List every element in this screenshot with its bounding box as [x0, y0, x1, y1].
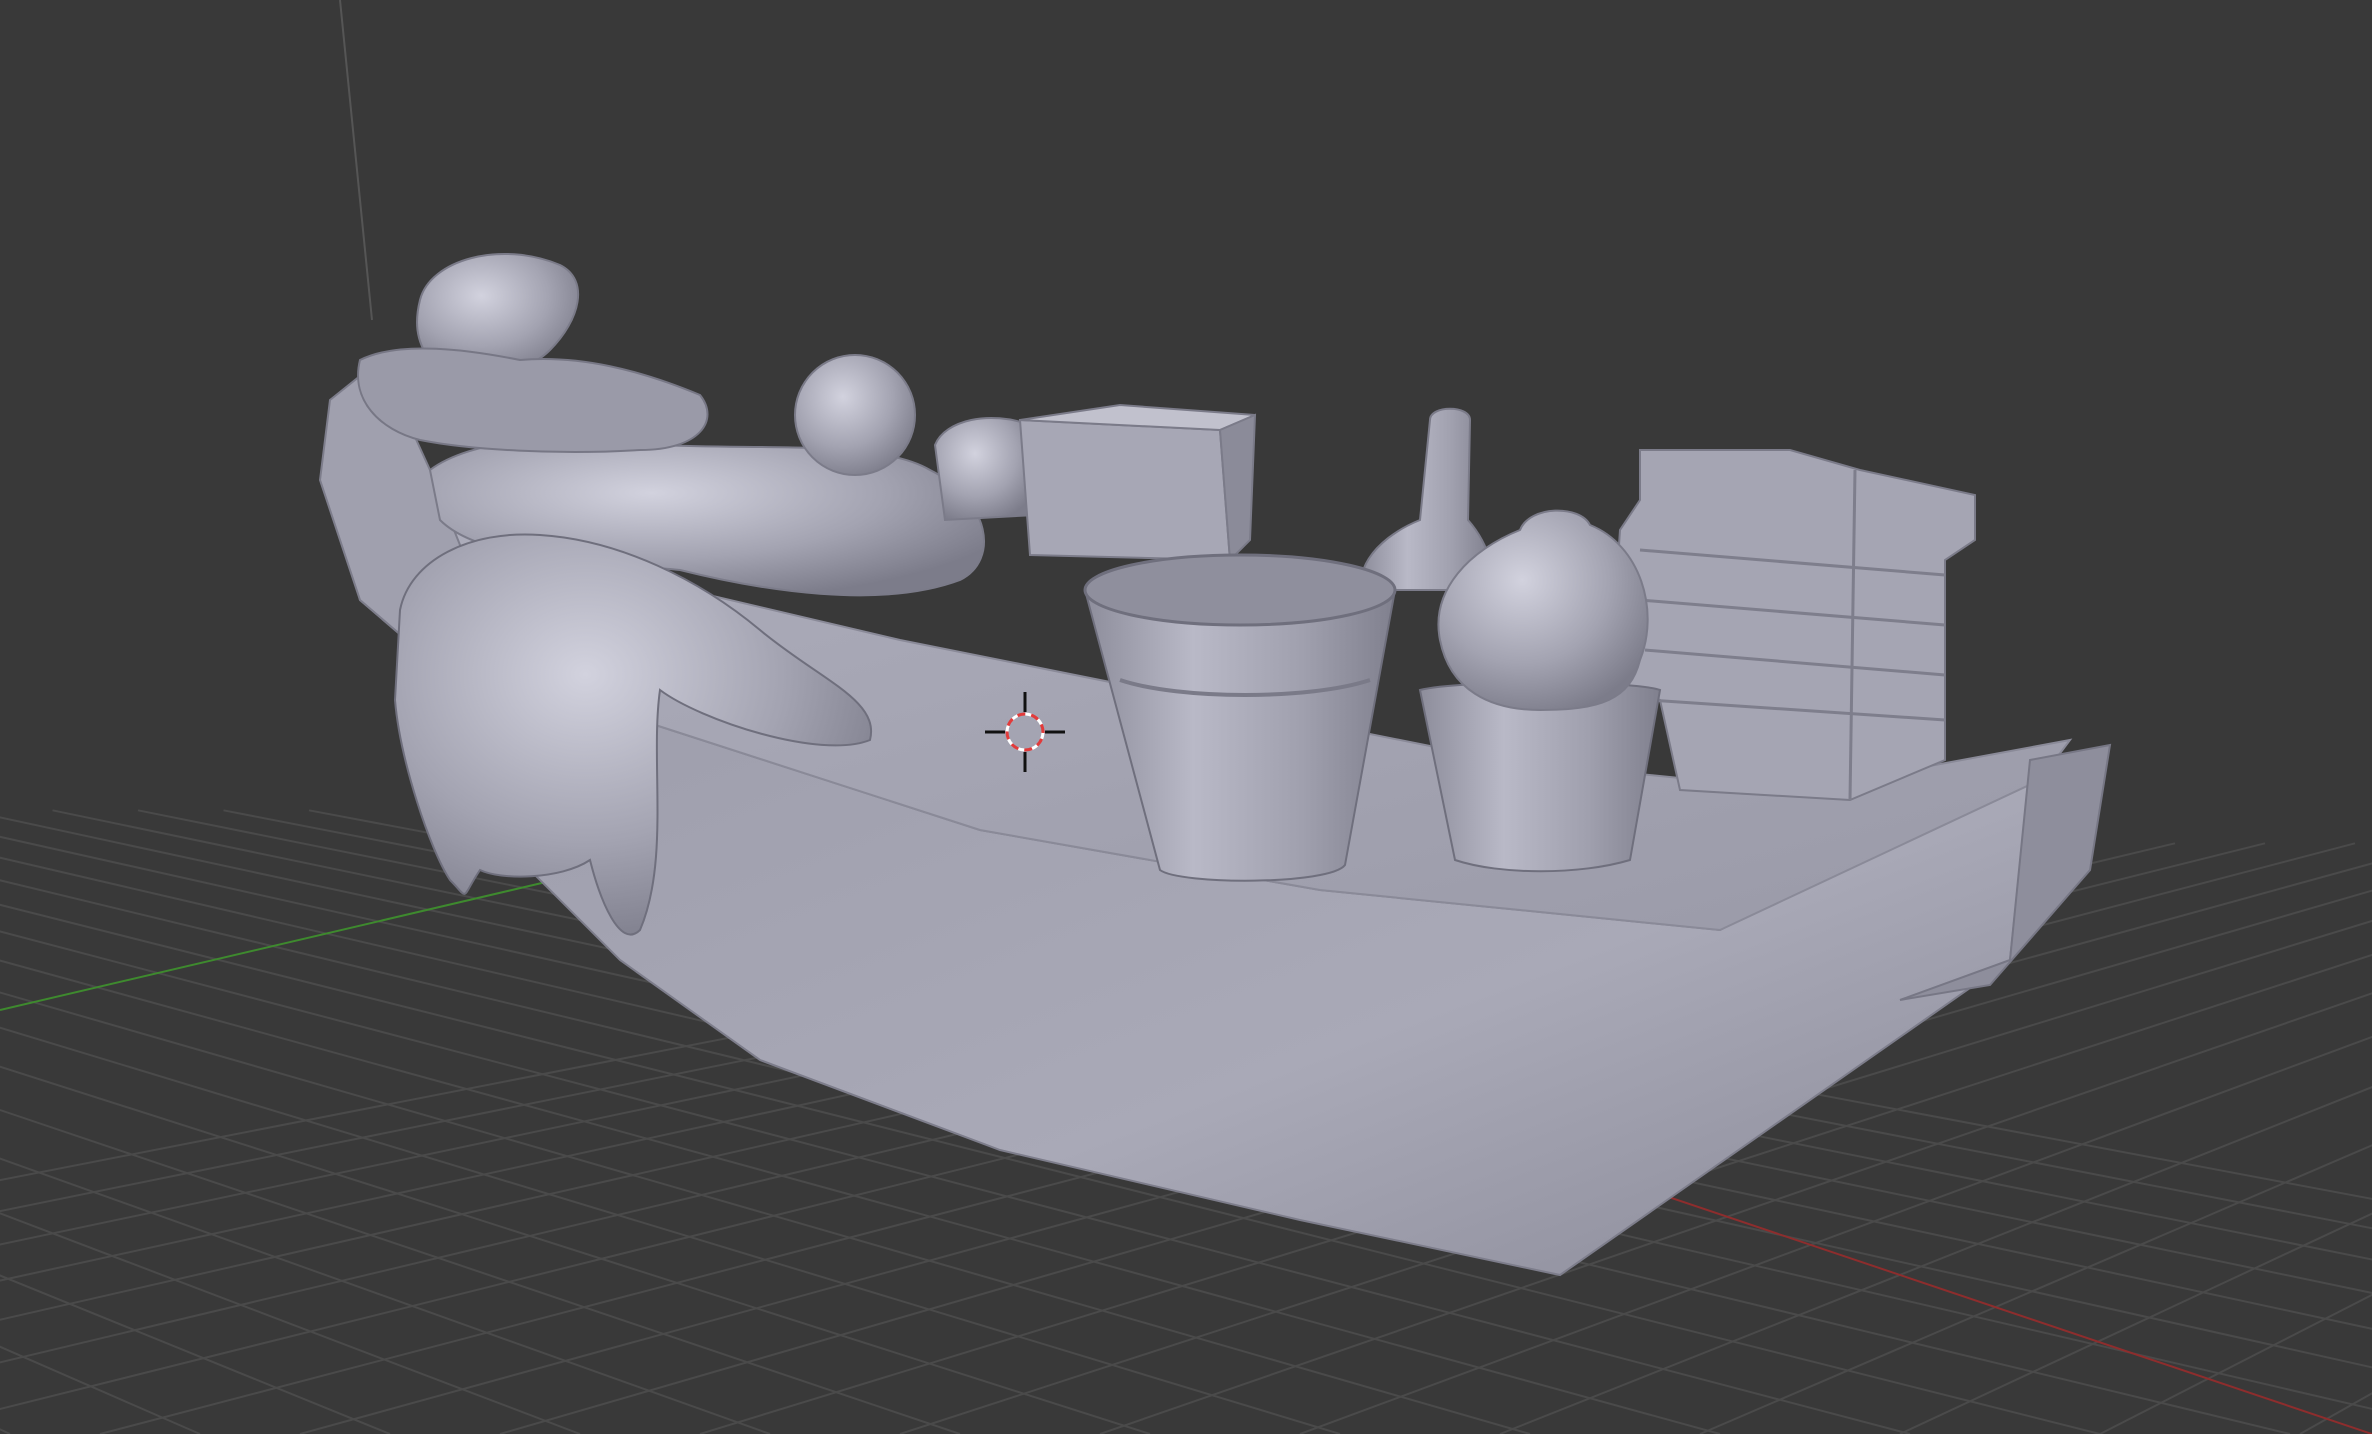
z-axis-line: [339, 0, 373, 321]
grid-line: [0, 1428, 11, 1434]
crate-stack: [1608, 449, 1976, 802]
grid-line: [2099, 1293, 2372, 1434]
3d-viewport[interactable]: [0, 0, 2372, 1434]
clutter-left: [357, 347, 709, 453]
flower-pot-large-rim: [1083, 553, 1397, 627]
grid-line: [0, 1212, 581, 1434]
box-front: [1018, 418, 1232, 562]
ball: [794, 354, 916, 476]
